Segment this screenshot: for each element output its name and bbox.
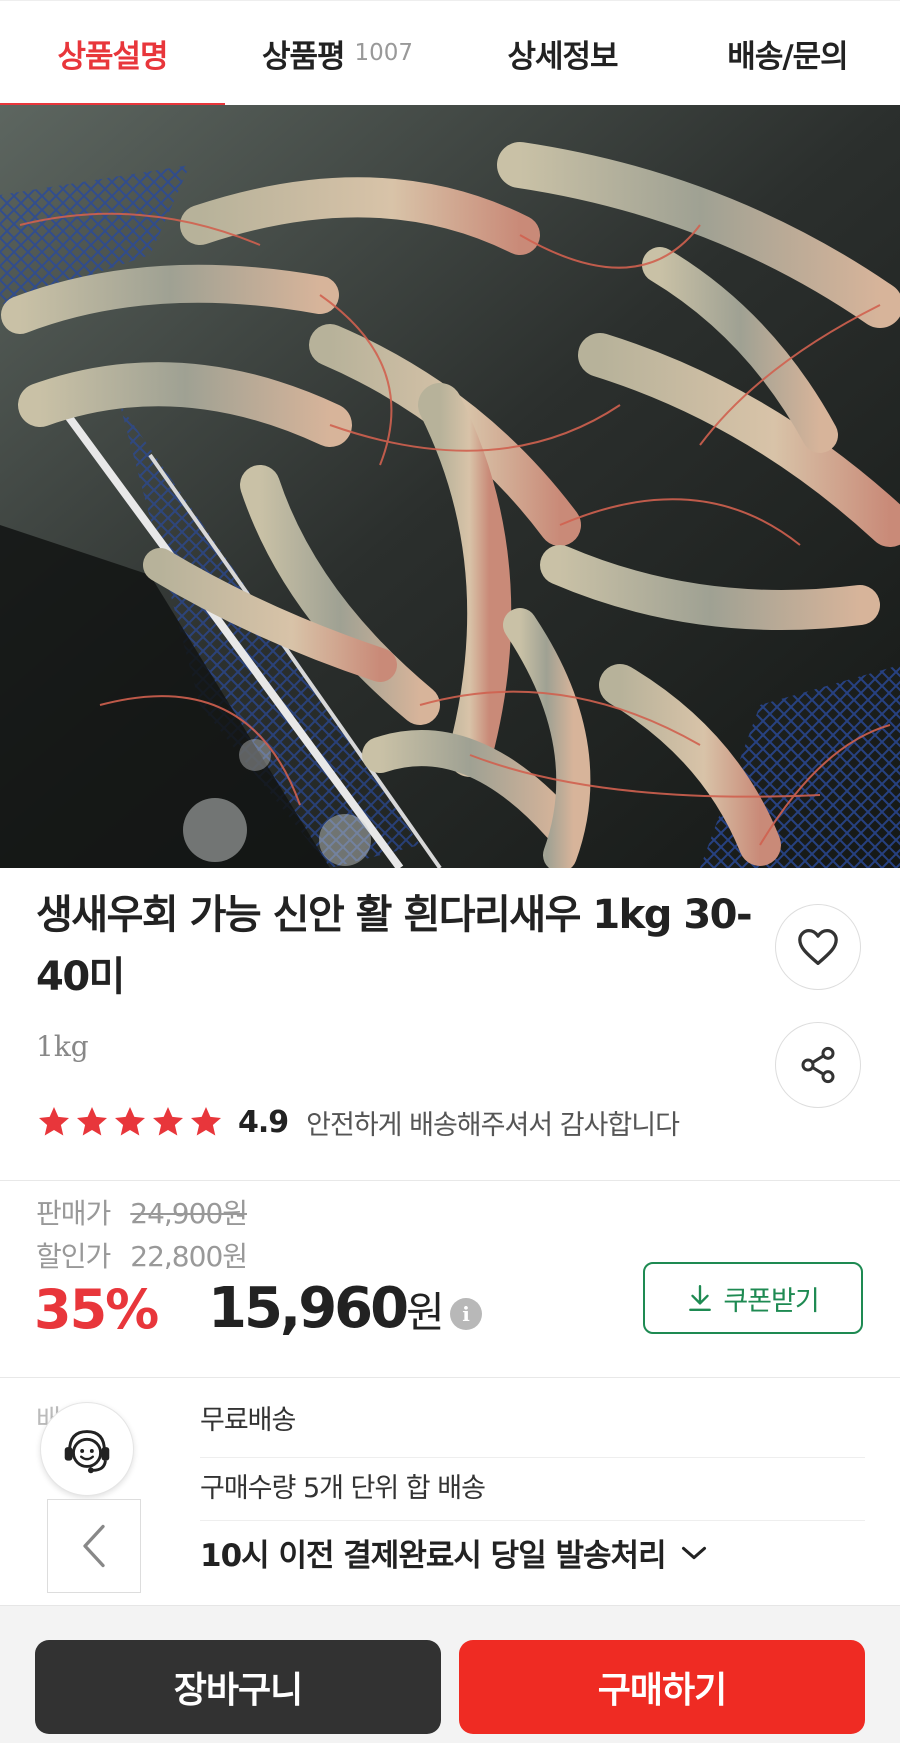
star-icon bbox=[153, 1107, 183, 1136]
bottom-action-bar: 장바구니 구매하기 bbox=[0, 1605, 900, 1743]
shipping-free: 무료배송 bbox=[200, 1405, 296, 1436]
review-count: 1007 bbox=[354, 40, 414, 66]
star-icon bbox=[77, 1107, 107, 1136]
tab-label: 상세정보 bbox=[507, 38, 618, 75]
chevron-down-icon bbox=[681, 1546, 706, 1559]
shipping-dispatch-toggle[interactable]: 10시 이전 결제완료시 당일 발송처리 bbox=[200, 1530, 708, 1575]
divider bbox=[0, 1180, 900, 1181]
product-title: 생새우회 가능 신안 활 흰다리새우 1kg 30-40미 bbox=[36, 892, 753, 1000]
shipping-dispatch-text: 10시 이전 결제완료시 당일 발송처리 bbox=[200, 1538, 667, 1574]
chatbot-icon bbox=[64, 1430, 110, 1474]
chatbot-button[interactable] bbox=[40, 1402, 134, 1496]
star-icon bbox=[191, 1107, 221, 1136]
discount-price-row: 할인가 22,800원 bbox=[36, 1235, 248, 1275]
price-info-icon[interactable]: i bbox=[450, 1298, 482, 1330]
original-price: 24,900원 bbox=[130, 1197, 248, 1230]
tab-label: 배송/문의 bbox=[727, 38, 848, 75]
divider bbox=[200, 1520, 865, 1521]
add-to-cart-button[interactable]: 장바구니 bbox=[35, 1640, 441, 1734]
discount-rate: 35% bbox=[34, 1278, 159, 1341]
back-button[interactable] bbox=[47, 1499, 141, 1593]
product-option: 1kg bbox=[36, 1030, 89, 1063]
buy-now-button[interactable]: 구매하기 bbox=[459, 1640, 865, 1734]
divider bbox=[200, 1457, 865, 1458]
rating-value: 4.9 bbox=[238, 1104, 289, 1140]
tab-label: 상품설명 bbox=[57, 38, 168, 75]
tab-details[interactable]: 상세정보 bbox=[450, 1, 675, 105]
star-rating bbox=[36, 1104, 224, 1140]
discount-price-label: 할인가 bbox=[36, 1240, 111, 1273]
shrimp-photo bbox=[0, 105, 900, 868]
tab-product-description[interactable]: 상품설명 bbox=[0, 1, 225, 105]
wishlist-button[interactable] bbox=[775, 904, 861, 990]
final-price: 15,960원 bbox=[208, 1276, 445, 1341]
rating-summary[interactable]: 4.9 안전하게 배송해주셔서 감사합니다 bbox=[36, 1097, 680, 1147]
download-icon bbox=[689, 1284, 712, 1312]
chevron-left-icon bbox=[83, 1524, 105, 1568]
star-icon bbox=[39, 1107, 69, 1136]
product-image[interactable] bbox=[0, 105, 900, 868]
discount-price: 22,800원 bbox=[130, 1240, 248, 1273]
share-button[interactable] bbox=[775, 1022, 861, 1108]
coupon-download-button[interactable]: 쿠폰받기 bbox=[643, 1262, 863, 1334]
tab-label: 상품평 bbox=[261, 38, 346, 75]
star-icon bbox=[115, 1107, 145, 1136]
sale-price-label: 판매가 bbox=[36, 1197, 111, 1230]
final-price-value: 15,960 bbox=[208, 1276, 409, 1341]
tab-shipping-inquiry[interactable]: 배송/문의 bbox=[675, 1, 900, 105]
coupon-label: 쿠폰받기 bbox=[723, 1285, 819, 1317]
heart-icon bbox=[798, 929, 838, 965]
review-snippet: 안전하게 배송해주셔서 감사합니다 bbox=[306, 1109, 680, 1141]
tab-reviews[interactable]: 상품평 1007 bbox=[225, 1, 450, 105]
share-icon bbox=[801, 1046, 835, 1084]
divider bbox=[0, 1377, 900, 1378]
currency-unit: 원 bbox=[406, 1288, 445, 1337]
tab-bar: 상품설명 상품평 1007 상세정보 배송/문의 bbox=[0, 0, 900, 108]
shipping-bundle: 구매수량 5개 단위 합 배송 bbox=[200, 1473, 486, 1504]
original-price-row: 판매가 24,900원 bbox=[36, 1192, 248, 1232]
